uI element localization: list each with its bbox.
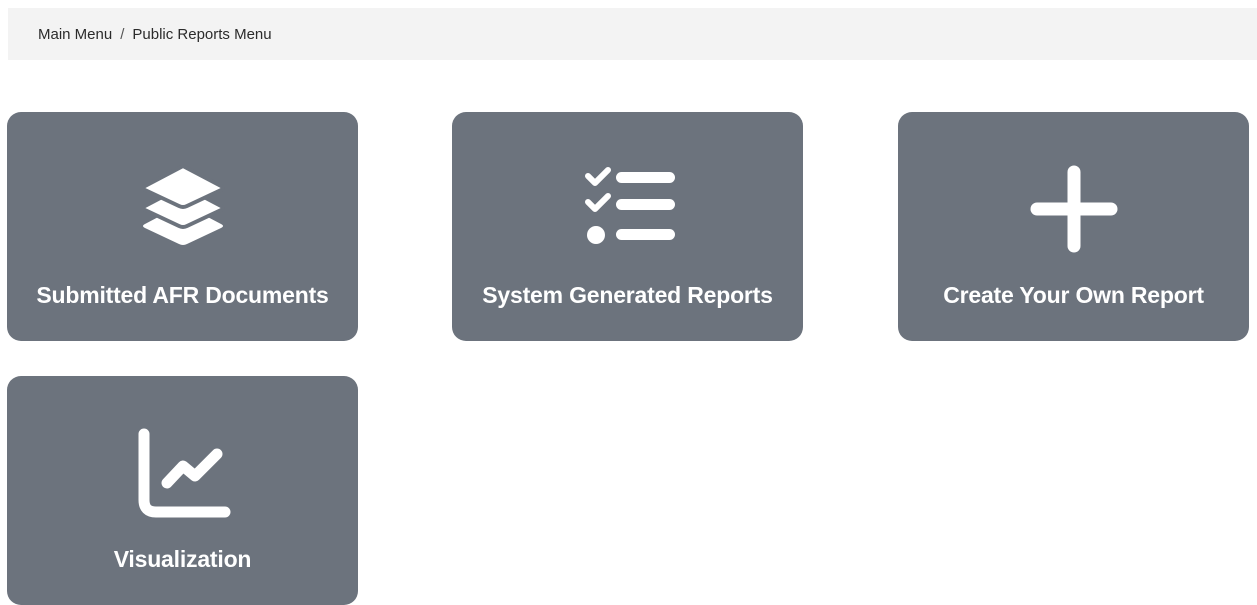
plus-icon <box>898 164 1249 254</box>
tile-label: Submitted AFR Documents <box>36 282 329 308</box>
line-chart-icon <box>7 428 358 518</box>
create-your-own-report-tile[interactable]: Create Your Own Report <box>898 112 1249 341</box>
tile-label: Create Your Own Report <box>943 282 1204 308</box>
system-generated-reports-tile[interactable]: System Generated Reports <box>452 112 803 341</box>
breadcrumb: Main Menu / Public Reports Menu <box>8 8 1257 60</box>
breadcrumb-separator: / <box>120 25 125 43</box>
breadcrumb-main-menu[interactable]: Main Menu <box>38 26 112 43</box>
submitted-afr-documents-tile[interactable]: Submitted AFR Documents <box>7 112 358 341</box>
layers-icon <box>7 164 358 254</box>
breadcrumb-current: Public Reports Menu <box>132 25 272 43</box>
tile-label: Visualization <box>113 546 252 572</box>
visualization-tile[interactable]: Visualization <box>7 376 358 605</box>
checklist-icon <box>452 164 803 254</box>
tile-label: System Generated Reports <box>482 282 773 308</box>
